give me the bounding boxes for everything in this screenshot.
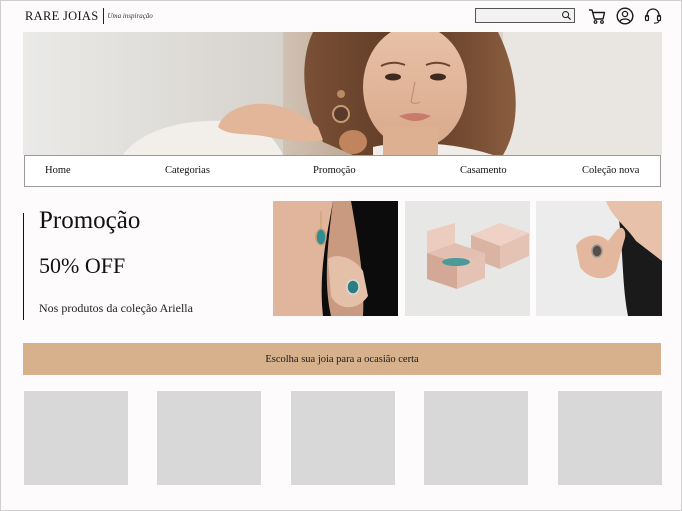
user-icon[interactable] [615,6,635,26]
occasion-banner-label: Escolha sua joia para a ocasião certa [265,353,419,365]
support-icon[interactable] [643,6,663,26]
promo-description: Nos produtos da coleção Ariella [39,301,193,315]
product-card-placeholder[interactable] [424,391,528,485]
promo-discount: 50% OFF [39,253,126,278]
product-card-placeholder[interactable] [157,391,261,485]
logo-divider [102,8,104,24]
product-card-placeholder[interactable] [291,391,395,485]
site-header: RARE JOIAS Uma inspiração [1,1,682,31]
hero-banner[interactable] [23,32,662,155]
nav-item-casamento[interactable]: Casamento [460,165,507,176]
brand-logo[interactable]: RARE JOIAS Uma inspiração [25,7,153,25]
nav-item-promocao[interactable]: Promoção [313,165,356,176]
search-icon[interactable] [561,10,572,21]
main-nav: Home Categorias Promoção Casamento Coleç… [24,155,661,187]
brand-name: RARE JOIAS [25,8,99,23]
promo-photo-earring-ring[interactable] [273,201,398,316]
promo-photo-jewelry-boxes[interactable] [405,201,530,316]
occasion-banner[interactable]: Escolha sua joia para a ocasião certa [23,343,661,375]
product-card-placeholder[interactable] [24,391,128,485]
nav-item-categorias[interactable]: Categorias [165,165,210,176]
search-box[interactable] [475,8,575,28]
promo-accent-bar [23,213,24,320]
brand-tagline: Uma inspiração [107,12,153,20]
promo-photo-ring-hand[interactable] [536,201,662,316]
search-input[interactable] [476,15,562,28]
cart-icon[interactable] [587,6,607,26]
product-card-placeholder[interactable] [558,391,662,485]
promo-title: Promoção [39,207,141,234]
hero-model-image [23,32,662,155]
nav-item-colecao-nova[interactable]: Coleção nova [582,165,639,176]
nav-item-home[interactable]: Home [45,165,71,176]
